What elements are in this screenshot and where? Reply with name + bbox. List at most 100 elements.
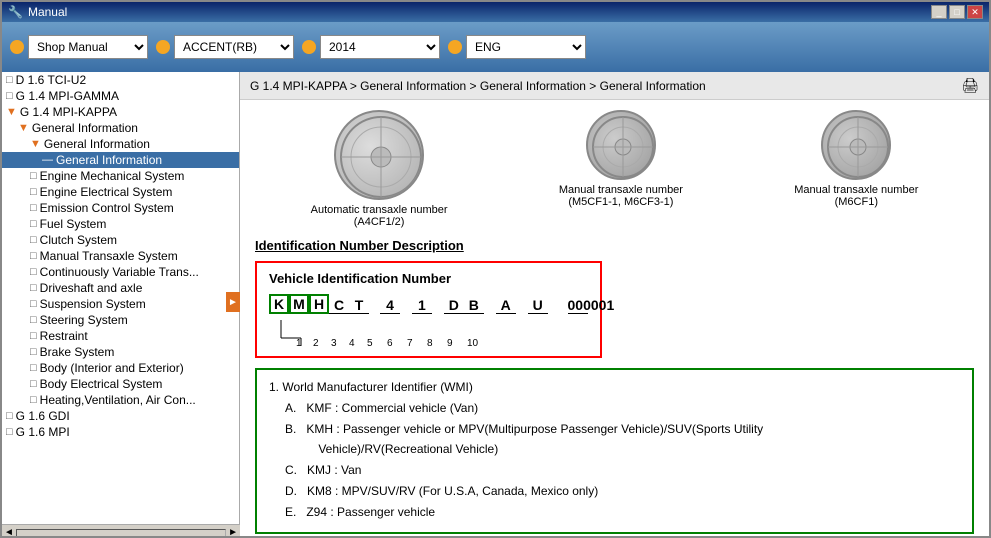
shop-manual-dropdown[interactable]: Shop Manual [28, 35, 148, 59]
scroll-left-arrow[interactable]: ◄ [4, 527, 14, 538]
sidebar-icon: □ [30, 250, 37, 262]
sidebar-item-cvt[interactable]: □ Continuously Variable Trans... [2, 264, 239, 280]
wmi-item-d: D. KM8 : MPV/SUV/RV (For U.S.A, Canada, … [269, 482, 960, 501]
sidebar-item-general-info-l2[interactable]: ▼ General Information [2, 136, 239, 152]
sidebar-label: G 1.4 MPI-KAPPA [20, 105, 117, 119]
sidebar-item-engine-electrical[interactable]: □ Engine Electrical System [2, 184, 239, 200]
svg-text:1: 1 [296, 338, 302, 348]
vin-char-000001: 000001 [568, 297, 588, 314]
sidebar-item-g14mpigamma[interactable]: □ G 1.4 MPI-GAMMA [2, 88, 239, 104]
svg-text:7: 7 [407, 338, 413, 348]
wmi-title: 1. World Manufacturer Identifier (WMI) [269, 378, 960, 397]
sidebar-item-brake[interactable]: □ Brake System [2, 344, 239, 360]
lang-dot [448, 40, 462, 54]
sidebar-item-fuel-system[interactable]: □ Fuel System [2, 216, 239, 232]
scroll-right-arrow[interactable]: ► [228, 527, 238, 538]
sidebar-item-body-electrical[interactable]: □ Body Electrical System [2, 376, 239, 392]
sidebar-item-engine-mechanical[interactable]: □ Engine Mechanical System [2, 168, 239, 184]
svg-text:3: 3 [331, 338, 337, 348]
sidebar-item-hvac[interactable]: □ Heating,Ventilation, Air Con... [2, 392, 239, 408]
wmi-section: 1. World Manufacturer Identifier (WMI) A… [255, 368, 974, 534]
sidebar-icon: □ [30, 186, 37, 198]
close-button[interactable]: ✕ [967, 5, 983, 19]
print-icon[interactable]: 🖨 [961, 77, 979, 94]
vin-space4 [488, 298, 492, 314]
sidebar-expand-icon: ▼ [30, 138, 41, 150]
sidebar-item-emission-control[interactable]: □ Emission Control System [2, 200, 239, 216]
sidebar-item-restraint[interactable]: □ Restraint [2, 328, 239, 344]
year-select-group: 2014 [302, 35, 440, 59]
sidebar-icon: □ [30, 282, 37, 294]
lang-select-group: ENG [448, 35, 586, 59]
sidebar-nav-bottom: ◄ ► [2, 524, 240, 538]
manual-transaxle-diagram1: Manual transaxle number (M5CF1-1, M6CF3-… [559, 110, 683, 208]
sidebar-item-g16gdi[interactable]: □ G 1.6 GDI [2, 408, 239, 424]
sidebar-item-driveshaft[interactable]: □ Driveshaft and axle [2, 280, 239, 296]
sidebar-label: Clutch System [40, 233, 117, 247]
sidebar-label: General Information [44, 137, 150, 151]
maximize-button[interactable]: □ [949, 5, 965, 19]
auto-transaxle-circle [334, 110, 424, 200]
sidebar-label: Emission Control System [40, 201, 174, 215]
vin-char-u: U [528, 297, 548, 314]
vin-box: Vehicle Identification Number K M H C T … [255, 261, 602, 358]
sidebar-icon: □ [30, 170, 37, 182]
sidebar-item-d16tciu2[interactable]: □ D 1.6 TCI-U2 [2, 72, 239, 88]
wmi-item-a: A. KMF : Commercial vehicle (Van) [269, 399, 960, 418]
shop-manual-dot [10, 40, 24, 54]
section-title: Identification Number Description [255, 238, 974, 253]
wmi-item-e: E. Z94 : Passenger vehicle [269, 503, 960, 522]
sidebar-item-body[interactable]: □ Body (Interior and Exterior) [2, 360, 239, 376]
sidebar-label: Driveshaft and axle [40, 281, 143, 295]
minimize-button[interactable]: _ [931, 5, 947, 19]
sidebar-item-steering[interactable]: □ Steering System [2, 312, 239, 328]
sidebar-item-manual-transaxle[interactable]: □ Manual Transaxle System [2, 248, 239, 264]
sidebar-icon: □ [30, 330, 37, 342]
vin-char-4: 4 [380, 297, 400, 314]
main-layout: □ D 1.6 TCI-U2 □ G 1.4 MPI-GAMMA ▼ G 1.4… [2, 72, 989, 538]
sidebar-icon: □ [30, 298, 37, 310]
sidebar-item-clutch-system[interactable]: □ Clutch System [2, 232, 239, 248]
wmi-item-b: B. KMH : Passenger vehicle or MPV(Multip… [269, 420, 960, 458]
sidebar-icon: □ [30, 314, 37, 326]
svg-text:4: 4 [349, 338, 355, 348]
year-dropdown[interactable]: 2014 [320, 35, 440, 59]
sidebar-item-suspension[interactable]: □ Suspension System [2, 296, 239, 312]
model-select-group: ACCENT(RB) [156, 35, 294, 59]
manual-transaxle-diagram2: Manual transaxle number (M6CF1) [794, 110, 918, 208]
vin-connector-area: 1 2 3 4 5 6 7 8 9 10 [271, 318, 588, 348]
sidebar-item-g14mpikappa[interactable]: ▼ G 1.4 MPI-KAPPA [2, 104, 239, 120]
lang-dropdown[interactable]: ENG [466, 35, 586, 59]
vin-space1 [373, 302, 376, 314]
sidebar-item-general-info-l1[interactable]: ▼ General Information [2, 120, 239, 136]
vin-char-h: H [309, 294, 329, 314]
sidebar-label: G 1.6 GDI [16, 409, 70, 423]
vin-char-a: A [496, 297, 516, 314]
year-dot [302, 40, 316, 54]
sidebar-icon: □ [6, 74, 13, 86]
shop-manual-select-group: Shop Manual [10, 35, 148, 59]
sidebar-label: Fuel System [40, 217, 107, 231]
sidebar-icon: □ [30, 346, 37, 358]
model-dot [156, 40, 170, 54]
sidebar-item-general-info-selected[interactable]: — General Information [2, 152, 239, 168]
breadcrumb-bar: G 1.4 MPI-KAPPA > General Information > … [240, 72, 989, 100]
model-dropdown[interactable]: ACCENT(RB) [174, 35, 294, 59]
toolbar: Shop Manual ACCENT(RB) 2014 ENG [2, 22, 989, 72]
vin-chars: K M H C T 4 1 D B A [269, 294, 588, 314]
sidebar-item-g16mpi[interactable]: □ G 1.6 MPI [2, 424, 239, 440]
sidebar-icon: □ [6, 90, 13, 102]
sidebar-icon: □ [30, 266, 37, 278]
diagrams-row: Automatic transaxle number (A4CF1/2) [255, 110, 974, 228]
expand-panel-button[interactable]: ► [226, 292, 240, 312]
sidebar-label: Manual Transaxle System [40, 249, 178, 263]
sidebar-doc-icon: — [42, 154, 53, 166]
sidebar-label: G 1.4 MPI-GAMMA [16, 89, 119, 103]
sidebar-label: G 1.6 MPI [16, 425, 70, 439]
auto-transaxle-label: Automatic transaxle number (A4CF1/2) [311, 204, 448, 228]
sidebar-label: Brake System [40, 345, 115, 359]
vin-space2 [404, 298, 408, 314]
sidebar-label: Steering System [40, 313, 128, 327]
sidebar-icon: □ [30, 234, 37, 246]
vin-space3 [436, 298, 440, 314]
